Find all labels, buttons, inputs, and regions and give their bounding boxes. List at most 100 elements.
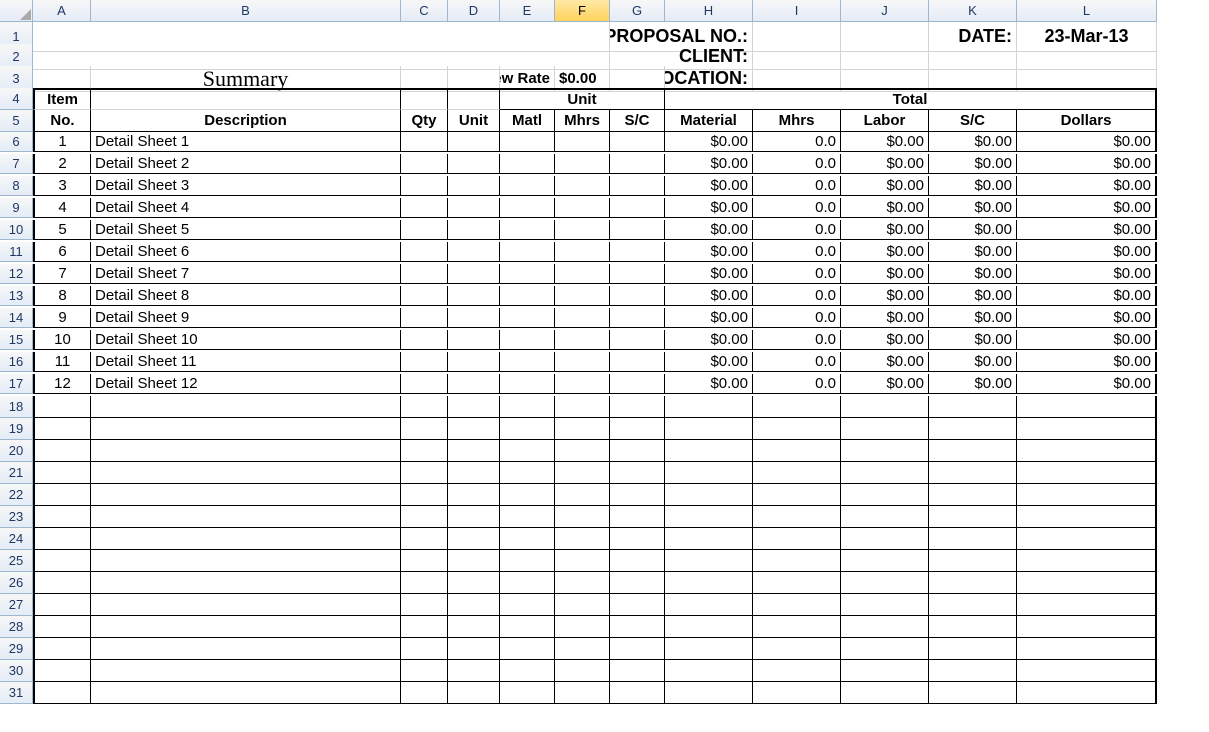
cell[interactable] <box>753 572 841 594</box>
total-dollars-cell[interactable]: $0.00 <box>1017 330 1157 350</box>
total-labor-cell[interactable]: $0.00 <box>841 308 929 328</box>
total-dollars-cell[interactable]: $0.00 <box>1017 242 1157 262</box>
qty-cell[interactable] <box>401 264 448 284</box>
total-labor-cell[interactable]: $0.00 <box>841 286 929 306</box>
item-no[interactable] <box>33 462 91 484</box>
cell[interactable] <box>448 440 500 462</box>
item-no[interactable] <box>33 484 91 506</box>
unit-cell[interactable] <box>448 242 500 262</box>
item-no[interactable]: 9 <box>33 308 91 328</box>
mhrs-cell[interactable] <box>555 198 610 218</box>
cell[interactable] <box>929 616 1017 638</box>
cell[interactable] <box>555 682 610 704</box>
cell[interactable] <box>500 616 555 638</box>
description-cell[interactable] <box>91 550 401 572</box>
cell[interactable] <box>500 462 555 484</box>
description-cell[interactable]: Detail Sheet 6 <box>91 242 401 262</box>
mhrs-cell[interactable] <box>555 242 610 262</box>
sc-cell[interactable] <box>610 330 665 350</box>
item-no[interactable]: 11 <box>33 352 91 372</box>
cell[interactable] <box>610 616 665 638</box>
total-mhrs-cell[interactable]: 0.0 <box>753 352 841 372</box>
cell[interactable] <box>448 506 500 528</box>
item-no[interactable]: 4 <box>33 198 91 218</box>
cell[interactable] <box>753 550 841 572</box>
cell[interactable] <box>665 616 753 638</box>
cell[interactable] <box>610 594 665 616</box>
total-mhrs-cell[interactable]: 0.0 <box>753 308 841 328</box>
total-labor-cell[interactable]: $0.00 <box>841 330 929 350</box>
description-cell[interactable] <box>91 572 401 594</box>
description-cell[interactable] <box>91 462 401 484</box>
matl-cell[interactable] <box>500 308 555 328</box>
cell[interactable] <box>929 440 1017 462</box>
total-sc-cell[interactable]: $0.00 <box>929 352 1017 372</box>
total-labor-cell[interactable]: $0.00 <box>841 242 929 262</box>
cell[interactable] <box>401 506 448 528</box>
row-header-16[interactable]: 16 <box>0 352 33 372</box>
row-header-22[interactable]: 22 <box>0 484 33 506</box>
row-header-5[interactable]: 5 <box>0 110 33 132</box>
mhrs-cell[interactable] <box>555 154 610 174</box>
cell[interactable] <box>929 506 1017 528</box>
item-no[interactable]: 7 <box>33 264 91 284</box>
total-material-cell[interactable]: $0.00 <box>665 176 753 196</box>
row-header-31[interactable]: 31 <box>0 682 33 704</box>
item-no[interactable]: 10 <box>33 330 91 350</box>
cell[interactable] <box>665 396 753 418</box>
cell[interactable] <box>610 550 665 572</box>
description-cell[interactable] <box>91 660 401 682</box>
total-sc-cell[interactable]: $0.00 <box>929 242 1017 262</box>
cell[interactable] <box>1017 638 1157 660</box>
cell[interactable] <box>929 550 1017 572</box>
unit-cell[interactable] <box>448 132 500 152</box>
description-cell[interactable]: Detail Sheet 11 <box>91 352 401 372</box>
cell[interactable] <box>401 682 448 704</box>
description-cell[interactable] <box>91 528 401 550</box>
total-labor-cell[interactable]: $0.00 <box>841 264 929 284</box>
cell[interactable] <box>401 528 448 550</box>
mhrs-cell[interactable] <box>555 308 610 328</box>
row-header-15[interactable]: 15 <box>0 330 33 350</box>
row-header-11[interactable]: 11 <box>0 242 33 262</box>
qty-cell[interactable] <box>401 132 448 152</box>
cell[interactable] <box>401 88 448 110</box>
cell[interactable] <box>753 418 841 440</box>
column-header-G[interactable]: G <box>610 0 665 22</box>
total-sc-cell[interactable]: $0.00 <box>929 220 1017 240</box>
cell[interactable] <box>555 638 610 660</box>
item-no[interactable] <box>33 550 91 572</box>
column-header-L[interactable]: L <box>1017 0 1157 22</box>
cell[interactable] <box>929 396 1017 418</box>
total-material-cell[interactable]: $0.00 <box>665 352 753 372</box>
cell[interactable] <box>753 440 841 462</box>
total-material-cell[interactable]: $0.00 <box>665 198 753 218</box>
cell[interactable] <box>448 616 500 638</box>
description-cell[interactable]: Detail Sheet 7 <box>91 264 401 284</box>
sc-cell[interactable] <box>610 352 665 372</box>
cell[interactable] <box>929 660 1017 682</box>
total-sc-cell[interactable]: $0.00 <box>929 286 1017 306</box>
unit-cell[interactable] <box>448 352 500 372</box>
column-header-D[interactable]: D <box>448 0 500 22</box>
mhrs-cell[interactable] <box>555 264 610 284</box>
cell[interactable] <box>401 418 448 440</box>
cell[interactable] <box>401 594 448 616</box>
unit-cell[interactable] <box>448 286 500 306</box>
cell[interactable] <box>500 506 555 528</box>
cell[interactable] <box>753 462 841 484</box>
description-cell[interactable]: Detail Sheet 3 <box>91 176 401 196</box>
row-header-29[interactable]: 29 <box>0 638 33 660</box>
cell[interactable] <box>500 682 555 704</box>
matl-cell[interactable] <box>500 242 555 262</box>
cell[interactable] <box>401 396 448 418</box>
cell[interactable] <box>401 616 448 638</box>
row-header-10[interactable]: 10 <box>0 220 33 240</box>
item-no[interactable] <box>33 396 91 418</box>
row-header-30[interactable]: 30 <box>0 660 33 682</box>
cell[interactable] <box>929 528 1017 550</box>
total-mhrs-cell[interactable]: 0.0 <box>753 286 841 306</box>
cell[interactable] <box>500 550 555 572</box>
cell[interactable] <box>841 396 929 418</box>
matl-cell[interactable] <box>500 176 555 196</box>
